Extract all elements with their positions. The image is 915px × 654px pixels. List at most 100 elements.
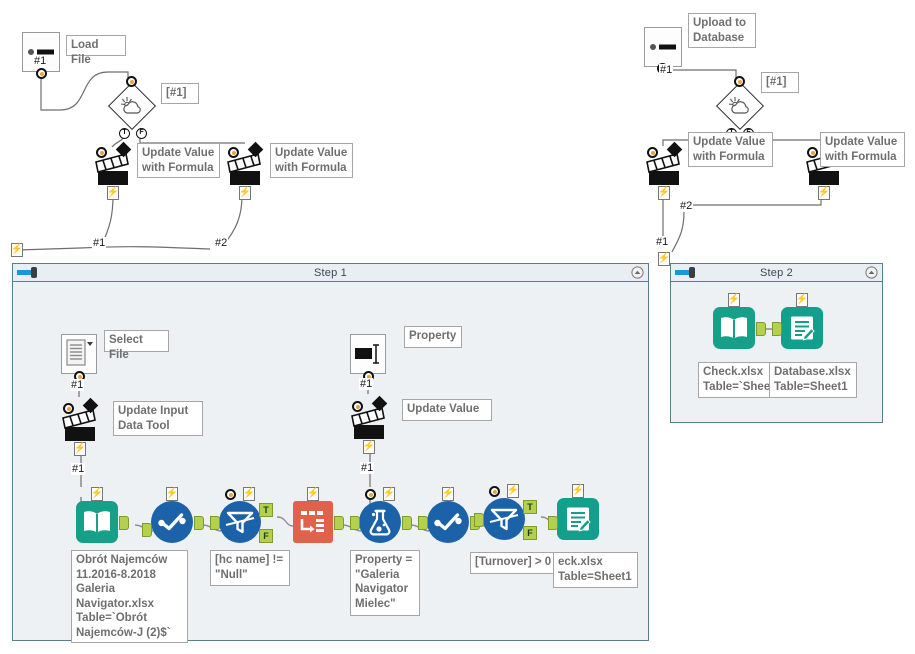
filter-tool-2-false-port[interactable]: F (523, 526, 537, 540)
step2-output-data-icon[interactable] (781, 307, 823, 349)
action-tool-left-2[interactable]: ⚡ (226, 141, 270, 200)
property-tool-icon[interactable] (350, 334, 386, 374)
container-toggle-icon[interactable] (675, 266, 699, 279)
action-right-2-output-anchor[interactable]: ⚡ (818, 186, 830, 200)
condition-false-anchor-left[interactable]: F (136, 128, 147, 139)
load-file-output-anchor[interactable] (36, 68, 47, 79)
container-toggle-icon[interactable] (17, 266, 41, 279)
filter-tool-1-label: [hc name] != "Null" (210, 550, 290, 586)
conn-label-property: #1 (359, 378, 374, 390)
transpose-tool-icon[interactable] (293, 501, 333, 543)
condition-tool-left[interactable]: T F (107, 76, 157, 139)
action-right-1-input-anchor[interactable] (647, 147, 658, 158)
upload-to-database-tool[interactable] (644, 27, 682, 74)
formula-tool-icon[interactable] (359, 501, 401, 543)
update-value-input-anchor[interactable] (352, 401, 363, 412)
update-value-formula-label-right-2: Update Value with Formula (820, 132, 905, 167)
step1-container-input-anchor[interactable]: ⚡ (11, 243, 23, 257)
update-value-action-tool[interactable]: ⚡ (350, 395, 394, 454)
transpose-tool-output-port[interactable] (334, 516, 344, 530)
step2-output-data-input-port[interactable] (772, 322, 782, 336)
select-tool-1-input-port[interactable] (142, 523, 152, 537)
container-step-2-body[interactable]: ⚡ ⚡ Check.xlsx Table=`Sheet1 Database.xl… (671, 282, 882, 422)
conn-label-update-value: #1 (360, 462, 375, 474)
action-left-2-output-anchor[interactable]: ⚡ (239, 186, 251, 200)
select-tool-2-lightning[interactable]: ⚡ (442, 487, 454, 501)
action-right-1-output-anchor[interactable]: ⚡ (658, 186, 670, 200)
action-left-1-output-anchor[interactable]: ⚡ (107, 186, 119, 200)
condition-input-anchor-right[interactable] (734, 76, 745, 87)
input-data-label: Obrót Najemców 11.2016-8.2018 Galeria Na… (71, 550, 188, 643)
step2-output-data-lightning[interactable]: ⚡ (796, 293, 808, 307)
formula-tool-input-port[interactable] (350, 516, 360, 530)
filter-tool-1-false-port[interactable]: F (259, 529, 273, 543)
update-value-formula-label-right-1: Update Value with Formula (688, 132, 773, 167)
property-tool[interactable] (350, 334, 386, 382)
filter-tool-2-icon[interactable] (483, 498, 525, 540)
sun-cloud-icon (727, 95, 753, 117)
text-input-icon (355, 344, 379, 364)
input-data-output-anchor-lightning[interactable]: ⚡ (91, 487, 103, 501)
update-input-data-action-tool[interactable]: ⚡ (61, 397, 105, 456)
condition-true-anchor-left[interactable]: T (119, 128, 130, 139)
container-step-1-body[interactable]: Select File #1 ⚡ Update Input Data Tool (13, 282, 648, 643)
step2-input-data-lightning[interactable]: ⚡ (728, 293, 740, 307)
chevron-up-circle-icon[interactable] (865, 266, 878, 279)
select-file-tool[interactable] (61, 334, 97, 382)
filter-tool-2-q-anchor[interactable] (489, 486, 500, 497)
filter-tool-1-true-port[interactable]: T (259, 503, 273, 517)
filter-tool-2-input-port[interactable] (474, 513, 484, 527)
update-input-data-output-anchor[interactable]: ⚡ (74, 442, 86, 456)
text-box-icon (650, 44, 676, 50)
transpose-tool-lightning[interactable]: ⚡ (307, 487, 319, 501)
container-step-1-header[interactable]: Step 1 (13, 264, 648, 282)
formula-tool-q-anchor[interactable] (365, 489, 376, 500)
select-file-tool-icon[interactable] (61, 334, 97, 374)
select-file-label: Select File (104, 330, 169, 361)
condition-tool-right[interactable]: T F (715, 76, 765, 139)
select-tool-2-input-port[interactable] (418, 516, 428, 530)
check-select-icon (158, 513, 186, 531)
update-value-output-anchor[interactable]: ⚡ (363, 440, 375, 454)
input-data-output-port[interactable] (119, 516, 129, 530)
conn-label-right-2: #2 (679, 200, 694, 212)
container-step-2-header[interactable]: Step 2 (671, 264, 882, 282)
select-tool-1-output-port[interactable] (194, 516, 204, 530)
update-input-data-input-anchor[interactable] (63, 403, 74, 414)
input-data-tool-icon[interactable] (76, 501, 118, 543)
select-tool-1-lightning[interactable]: ⚡ (166, 487, 178, 501)
step2-input-data-output-port[interactable] (756, 322, 766, 336)
container-step-1[interactable]: Step 1 Select File #1 ⚡ Update Input Dat… (12, 263, 649, 643)
document-pencil-icon (567, 507, 591, 532)
action-left-1-input-anchor[interactable] (96, 147, 107, 158)
filter-tool-2-lightning[interactable]: ⚡ (507, 484, 519, 498)
filter-tool-1-lightning[interactable]: ⚡ (243, 487, 255, 501)
formula-tool-output-port[interactable] (402, 516, 412, 530)
conn-label-select-file: #1 (70, 379, 85, 391)
filter-tool-1-icon[interactable] (219, 501, 261, 543)
action-tool-left-1[interactable]: ⚡ (94, 141, 138, 200)
action-right-2-input-anchor[interactable] (807, 147, 818, 158)
filter-tool-2-true-port[interactable]: T (523, 500, 537, 514)
filter-tool-1-input-port[interactable] (210, 516, 220, 530)
select-tool-1-icon[interactable] (151, 501, 193, 543)
flask-icon (369, 509, 391, 536)
chevron-up-circle-icon[interactable] (631, 266, 644, 279)
action-tool-right-1[interactable]: ⚡ (645, 141, 689, 200)
funnel-icon (225, 511, 255, 534)
upload-tool-icon[interactable] (644, 27, 682, 67)
step2-input-data-icon[interactable] (713, 307, 755, 349)
funnel-icon (489, 508, 519, 531)
output-data-input-port[interactable] (548, 516, 558, 530)
action-left-2-input-anchor[interactable] (228, 147, 239, 158)
condition-input-anchor-left[interactable] (126, 76, 137, 87)
conn-label-update-input: #1 (71, 463, 86, 475)
select-tool-2-icon[interactable] (427, 501, 469, 543)
filter-tool-1-q-anchor[interactable] (225, 489, 236, 500)
output-data-lightning[interactable]: ⚡ (572, 484, 584, 498)
step2-container-input-anchor[interactable]: ⚡ (658, 252, 670, 266)
container-step-2[interactable]: Step 2 ⚡ ⚡ Check.xlsx Table=`Sheet1 Data… (670, 263, 883, 423)
formula-tool-lightning[interactable]: ⚡ (383, 487, 395, 501)
workflow-canvas[interactable]: Load File #1 T F [#1] ⚡ Update Value wit… (0, 0, 915, 654)
output-data-tool-icon[interactable] (557, 498, 599, 540)
